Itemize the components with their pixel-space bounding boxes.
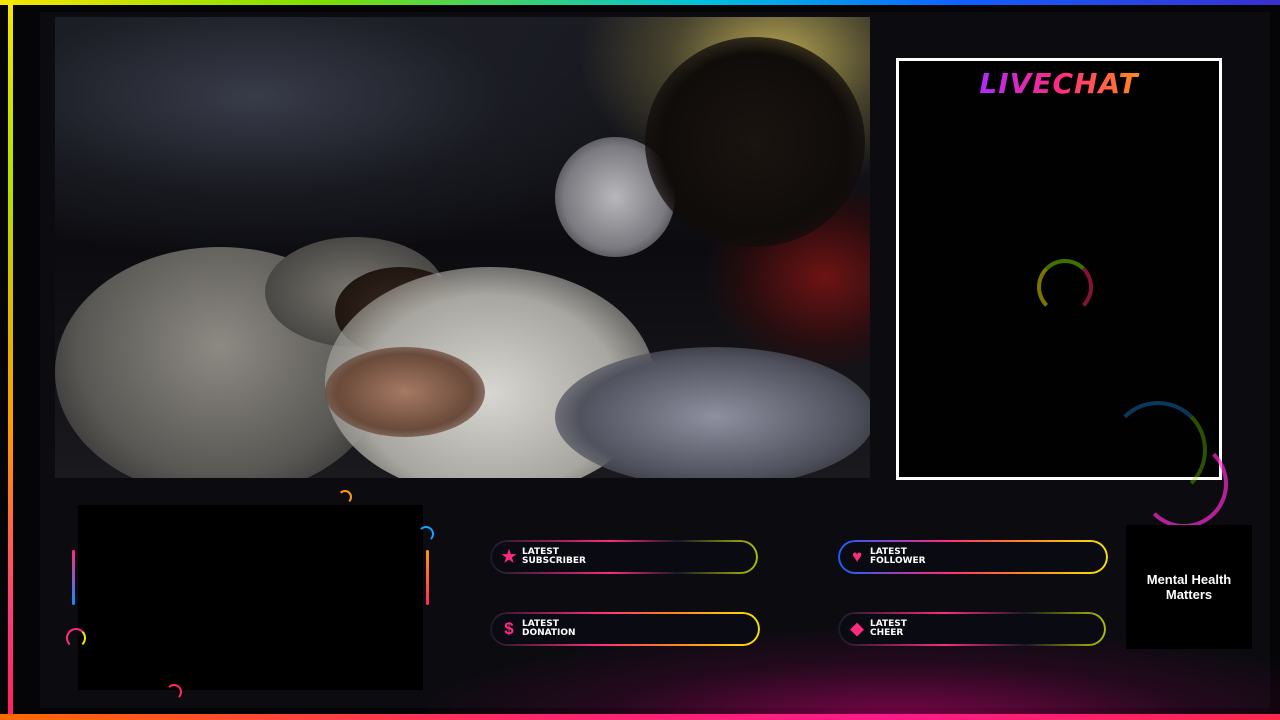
frame-top-border (0, 0, 1280, 5)
alert-label-line2: CHEER (870, 628, 904, 638)
webcam-accent-right (426, 550, 429, 605)
decor-ring-small-icon (166, 684, 182, 700)
decor-ring-small-icon (66, 628, 86, 648)
mental-health-panel: Mental Health Matters (1126, 525, 1252, 649)
chat-corner-glow (1140, 440, 1228, 528)
frame-bottom-border (0, 714, 1280, 720)
decor-ring-small-icon (418, 526, 434, 542)
loading-ring-icon (1037, 259, 1093, 315)
star-icon: ★ (501, 547, 517, 566)
webcam-frame (78, 505, 423, 690)
frame-left-border (8, 0, 13, 720)
mental-health-text: Mental Health Matters (1146, 572, 1232, 602)
latest-donation-widget: $ LATEST DONATION (490, 612, 760, 646)
live-chat-panel: LIVECHAT (896, 58, 1222, 499)
latest-subscriber-widget: ★ LATEST SUBSCRIBER (490, 540, 758, 574)
latest-cheer-widget: ◆ LATEST CHEER (838, 612, 1106, 646)
diamond-icon: ◆ (850, 619, 864, 638)
webcam-accent-left (72, 550, 75, 605)
alert-label-line2: SUBSCRIBER (522, 556, 586, 566)
alert-label-line2: FOLLOWER (870, 556, 926, 566)
camera-feed (55, 17, 870, 478)
alert-label-line2: DONATION (522, 628, 576, 638)
decor-ring-small-icon (338, 490, 352, 504)
livechat-title: LIVECHAT (899, 67, 1219, 100)
dollar-icon: $ (504, 619, 514, 638)
heart-icon: ♥ (851, 547, 863, 566)
latest-follower-widget: ♥ LATEST FOLLOWER (838, 540, 1108, 574)
